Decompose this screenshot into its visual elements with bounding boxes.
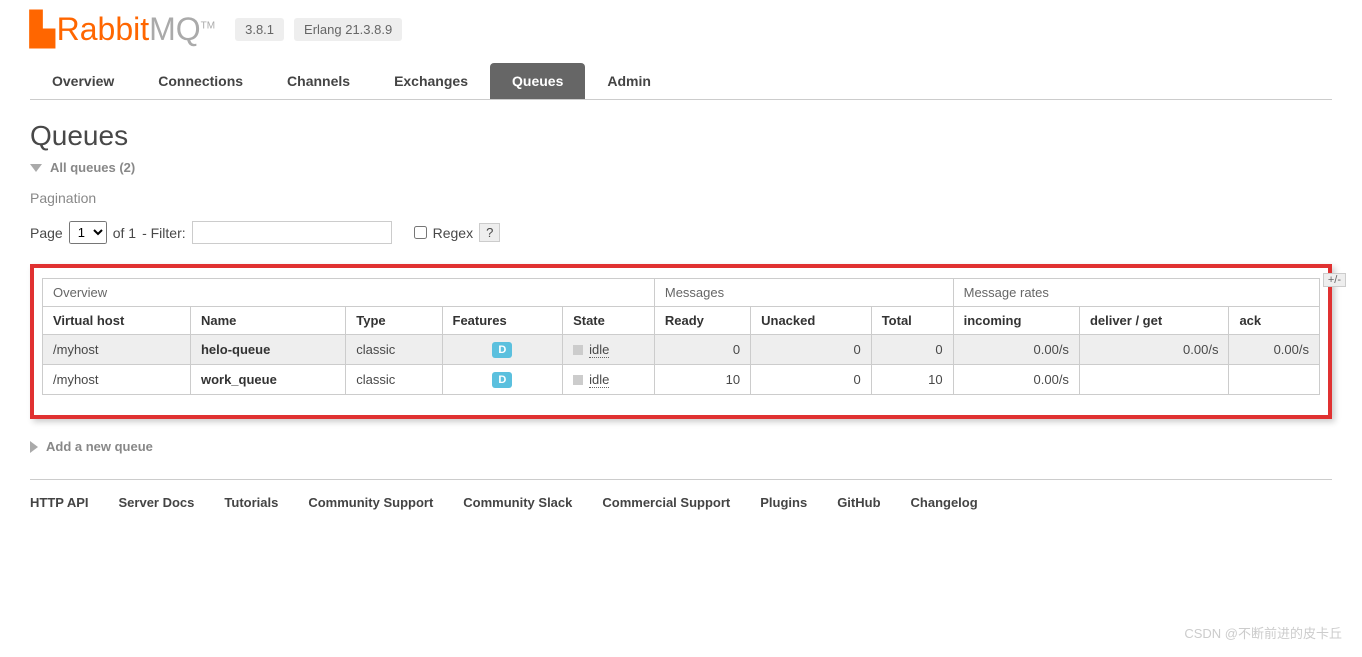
queue-link[interactable]: helo-queue [201, 342, 270, 357]
logo-mq: MQ [149, 11, 201, 47]
erlang-badge: Erlang 21.3.8.9 [294, 18, 402, 41]
filter-label: - Filter: [142, 225, 186, 241]
chevron-right-icon [30, 441, 38, 453]
tab-exchanges[interactable]: Exchanges [372, 63, 490, 99]
idle-icon [573, 345, 583, 355]
col-ack[interactable]: ack [1229, 307, 1320, 335]
logo-text: RabbitMQTM [57, 11, 216, 48]
rabbitmq-icon: ▙ [30, 10, 55, 48]
regex-checkbox[interactable] [414, 226, 427, 239]
logo[interactable]: ▙ RabbitMQTM [30, 10, 215, 48]
link-tutorials[interactable]: Tutorials [224, 495, 278, 510]
tab-channels[interactable]: Channels [265, 63, 372, 99]
group-overview: Overview [43, 279, 655, 307]
cell-incoming: 0.00/s [953, 335, 1079, 365]
cell-name: helo-queue [190, 335, 345, 365]
nav-tabs: Overview Connections Channels Exchanges … [30, 63, 1332, 100]
header: ▙ RabbitMQTM 3.8.1 Erlang 21.3.8.9 [0, 0, 1362, 63]
group-messages: Messages [654, 279, 953, 307]
footer-links: HTTP API Server Docs Tutorials Community… [30, 479, 1332, 525]
idle-icon [573, 375, 583, 385]
table-row: /myhost work_queue classic D idle 10 0 1… [43, 365, 1320, 395]
col-deliver[interactable]: deliver / get [1079, 307, 1229, 335]
cell-ack [1229, 365, 1320, 395]
link-server-docs[interactable]: Server Docs [119, 495, 195, 510]
regex-label: Regex [433, 225, 473, 241]
col-state[interactable]: State [563, 307, 655, 335]
cell-ready: 10 [654, 365, 750, 395]
cell-features: D [442, 335, 563, 365]
add-queue-toggle[interactable]: Add a new queue [30, 439, 1332, 454]
version-badge: 3.8.1 [235, 18, 284, 41]
cell-total: 10 [871, 365, 953, 395]
pagination-controls: Page 1 of 1 - Filter: Regex ? [30, 221, 1332, 244]
highlight-box: +/- Overview Messages Message rates Virt… [30, 264, 1332, 419]
cell-unacked: 0 [751, 365, 872, 395]
queues-table: Overview Messages Message rates Virtual … [42, 278, 1320, 395]
cell-deliver: 0.00/s [1079, 335, 1229, 365]
tab-queues[interactable]: Queues [490, 63, 585, 99]
col-unacked[interactable]: Unacked [751, 307, 872, 335]
cell-type: classic [346, 335, 442, 365]
table-row: /myhost helo-queue classic D idle 0 0 0 … [43, 335, 1320, 365]
cell-features: D [442, 365, 563, 395]
col-name[interactable]: Name [190, 307, 345, 335]
page-title: Queues [30, 120, 1362, 152]
of-label: of 1 [113, 225, 136, 241]
col-vhost[interactable]: Virtual host [43, 307, 191, 335]
cell-vhost: /myhost [43, 365, 191, 395]
cell-deliver [1079, 365, 1229, 395]
cell-ack: 0.00/s [1229, 335, 1320, 365]
cell-state: idle [563, 335, 655, 365]
group-rates: Message rates [953, 279, 1319, 307]
add-queue-label: Add a new queue [46, 439, 153, 454]
link-github[interactable]: GitHub [837, 495, 880, 510]
filter-input[interactable] [192, 221, 392, 244]
columns-toggle[interactable]: +/- [1323, 273, 1346, 287]
cell-ready: 0 [654, 335, 750, 365]
link-commercial-support[interactable]: Commercial Support [602, 495, 730, 510]
cell-incoming: 0.00/s [953, 365, 1079, 395]
queue-link[interactable]: work_queue [201, 372, 277, 387]
durable-badge: D [492, 342, 512, 358]
link-community-slack[interactable]: Community Slack [463, 495, 572, 510]
chevron-down-icon [30, 164, 42, 172]
cell-type: classic [346, 365, 442, 395]
page-select[interactable]: 1 [69, 221, 107, 244]
durable-badge: D [492, 372, 512, 388]
cell-unacked: 0 [751, 335, 872, 365]
logo-rabbit: Rabbit [57, 11, 150, 47]
col-total[interactable]: Total [871, 307, 953, 335]
all-queues-toggle[interactable]: All queues (2) [30, 160, 1332, 175]
pagination-label: Pagination [30, 190, 1332, 206]
tab-connections[interactable]: Connections [136, 63, 265, 99]
col-ready[interactable]: Ready [654, 307, 750, 335]
page-label: Page [30, 225, 63, 241]
tab-overview[interactable]: Overview [30, 63, 136, 99]
all-queues-label: All queues (2) [50, 160, 135, 175]
cell-vhost: /myhost [43, 335, 191, 365]
queues-table-wrap: +/- Overview Messages Message rates Virt… [30, 264, 1332, 419]
link-community-support[interactable]: Community Support [308, 495, 433, 510]
cell-state: idle [563, 365, 655, 395]
col-incoming[interactable]: incoming [953, 307, 1079, 335]
version-badges: 3.8.1 Erlang 21.3.8.9 [235, 18, 402, 41]
cell-name: work_queue [190, 365, 345, 395]
cell-total: 0 [871, 335, 953, 365]
col-type[interactable]: Type [346, 307, 442, 335]
help-button[interactable]: ? [479, 223, 500, 242]
tab-admin[interactable]: Admin [585, 63, 673, 99]
link-http-api[interactable]: HTTP API [30, 495, 89, 510]
watermark: CSDN @不断前进的皮卡丘 [1184, 623, 1342, 642]
col-features[interactable]: Features [442, 307, 563, 335]
link-changelog[interactable]: Changelog [911, 495, 978, 510]
link-plugins[interactable]: Plugins [760, 495, 807, 510]
logo-tm: TM [201, 20, 215, 31]
